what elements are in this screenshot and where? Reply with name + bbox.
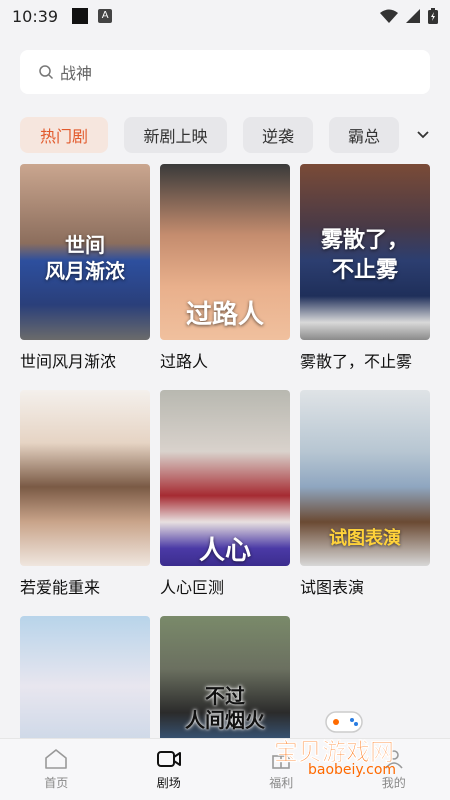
status-bar: 10:39 A — [0, 0, 450, 32]
battery-icon — [428, 8, 438, 24]
wifi-icon — [380, 9, 398, 23]
home-icon — [45, 749, 68, 769]
drama-title: 世间风月渐浓 — [20, 352, 117, 371]
drama-poster — [20, 390, 150, 566]
drama-poster: 雾散了， 不止雾 — [300, 164, 430, 340]
drama-title: 过路人 — [160, 352, 209, 371]
search-icon — [39, 65, 54, 80]
theater-icon — [156, 751, 181, 767]
nav-theater-label: 剧场 — [156, 776, 181, 790]
nav-home-label: 首页 — [44, 776, 69, 790]
poster-title-text: 试图表演 — [329, 528, 401, 549]
poster-title-text: 人心 — [198, 536, 251, 566]
chevron-down-icon — [417, 131, 429, 139]
drama-card[interactable]: 试图表演 试图表演 — [300, 390, 430, 598]
poster-title-text: 过路人 — [185, 300, 264, 330]
drama-title: 若爱能重来 — [20, 578, 101, 597]
a-badge-icon: A — [98, 9, 113, 23]
drama-card[interactable]: 人心 人心叵测 — [160, 390, 290, 598]
poster-title-text: 雾散了， 不止雾 — [320, 228, 409, 283]
drama-title: 试图表演 — [300, 578, 365, 597]
drama-poster: 试图表演 — [300, 390, 430, 566]
tab-hot[interactable]: 热门剧 — [20, 117, 108, 153]
gamepad-icon — [325, 711, 363, 733]
status-time: 10:39 — [12, 6, 59, 26]
drama-poster: 人心 — [160, 390, 290, 566]
expand-tabs-button[interactable] — [411, 123, 435, 147]
nav-home[interactable]: 首页 — [0, 739, 113, 800]
drama-card[interactable]: 过路人 过路人 — [160, 164, 290, 372]
drama-poster: 世间 风月渐浓 — [20, 164, 150, 340]
drama-poster: 过路人 — [160, 164, 290, 340]
drama-card[interactable]: 世间 风月渐浓 世间风月渐浓 — [20, 164, 150, 372]
drama-card[interactable]: 若爱能重来 — [20, 390, 150, 598]
tab-new-release[interactable]: 新剧上映 — [124, 117, 227, 153]
poster-title-text: 世间 风月渐浓 — [45, 233, 125, 283]
drama-title: 人心叵测 — [160, 578, 225, 597]
signal-icon — [406, 9, 420, 23]
tab-comeback[interactable]: 逆袭 — [243, 117, 313, 153]
watermark: 宝贝游戏网 baobeiy.com — [266, 708, 436, 786]
nav-theater[interactable]: 剧场 — [113, 739, 226, 800]
category-tabs: 热门剧 新剧上映 逆袭 霸总 — [20, 116, 440, 154]
drama-title: 雾散了，不止雾 — [300, 352, 413, 371]
watermark-url: baobeiy.com — [308, 762, 397, 778]
search-input[interactable]: 战神 — [20, 50, 430, 94]
tab-ceo[interactable]: 霸总 — [329, 117, 399, 153]
notification-icon — [72, 8, 89, 24]
drama-card[interactable]: 雾散了， 不止雾 雾散了，不止雾 — [300, 164, 430, 372]
search-placeholder: 战神 — [60, 64, 93, 83]
